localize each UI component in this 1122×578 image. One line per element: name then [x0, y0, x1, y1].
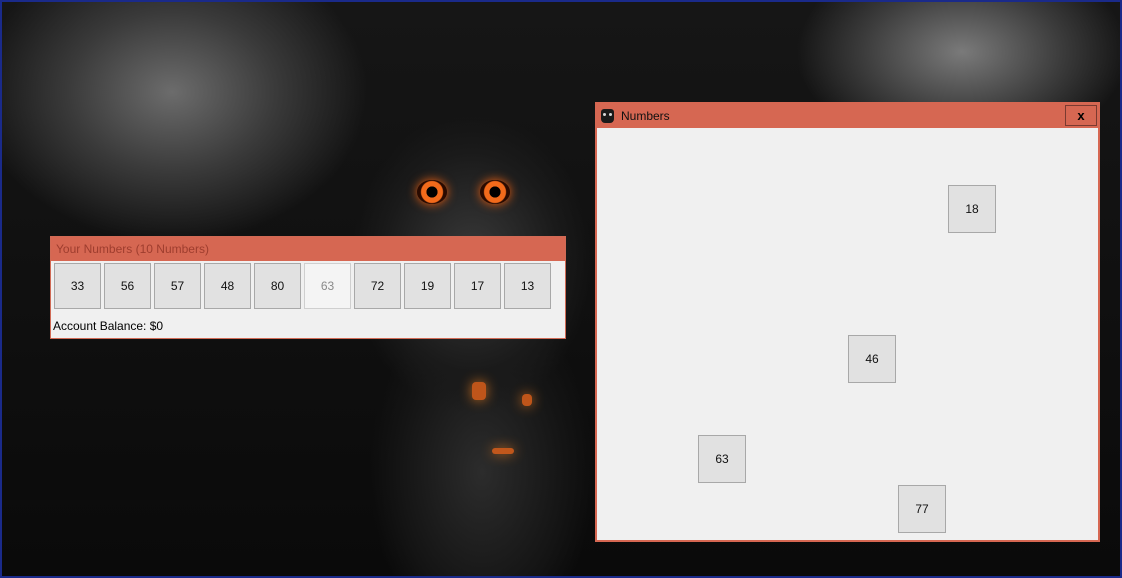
number-button-disabled: 63: [304, 263, 351, 309]
number-button[interactable]: 80: [254, 263, 301, 309]
number-button[interactable]: 48: [204, 263, 251, 309]
numbers-window: Numbers x 18 46 63 77: [595, 102, 1100, 542]
wallpaper-glow: [492, 448, 514, 454]
number-button[interactable]: 72: [354, 263, 401, 309]
floating-number-button[interactable]: 77: [898, 485, 946, 533]
owl-right-eye-icon: [480, 180, 510, 204]
floating-number-button[interactable]: 46: [848, 335, 896, 383]
number-button[interactable]: 13: [504, 263, 551, 309]
your-numbers-title: Your Numbers (10 Numbers): [51, 237, 565, 261]
wallpaper-glow: [522, 394, 532, 406]
number-button[interactable]: 33: [54, 263, 101, 309]
your-numbers-window: Your Numbers (10 Numbers) 33 56 57 48 80…: [50, 236, 566, 339]
number-button[interactable]: 17: [454, 263, 501, 309]
close-button[interactable]: x: [1065, 105, 1097, 126]
floating-number-button[interactable]: 18: [948, 185, 996, 233]
numbers-window-title: Numbers: [621, 109, 670, 123]
numbers-titlebar[interactable]: Numbers x: [597, 104, 1098, 128]
floating-number-button[interactable]: 63: [698, 435, 746, 483]
number-button[interactable]: 57: [154, 263, 201, 309]
owl-app-icon: [601, 109, 614, 123]
number-button[interactable]: 19: [404, 263, 451, 309]
wallpaper-glow: [472, 382, 486, 400]
owl-left-eye-icon: [417, 180, 447, 204]
number-button[interactable]: 56: [104, 263, 151, 309]
account-balance: Account Balance: $0: [53, 319, 164, 333]
